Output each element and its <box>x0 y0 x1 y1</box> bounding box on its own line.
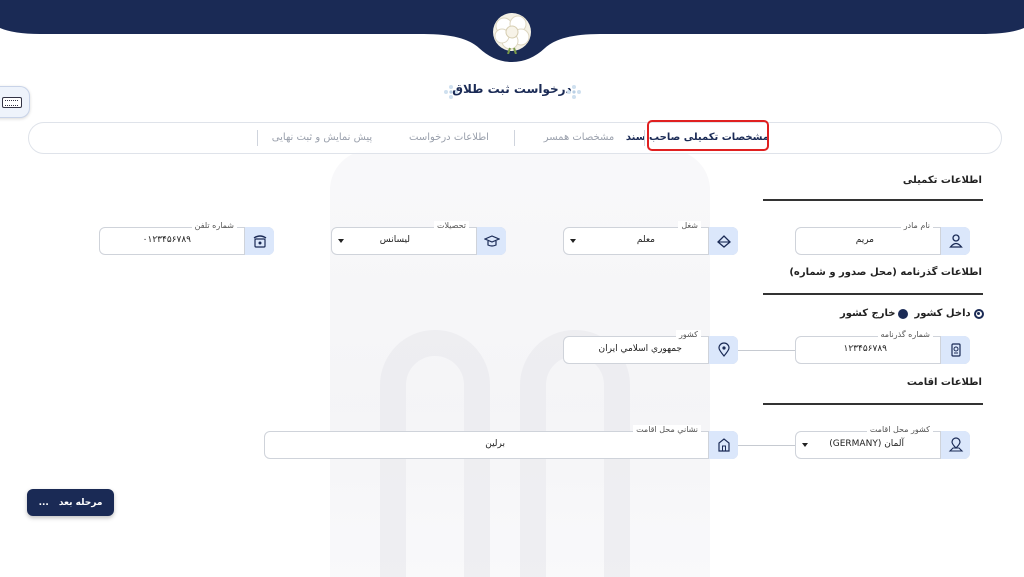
education-value: لیسانس <box>379 235 410 245</box>
section-title-extra-info: اطلاعات تکمیلی <box>902 175 982 186</box>
job-select[interactable]: شغل معلم <box>563 221 738 255</box>
location-pin-icon <box>717 342 730 357</box>
flower-logo-icon <box>493 13 531 54</box>
map-pin-icon <box>948 437 963 452</box>
residence-address-label: نشاني محل اقامت <box>633 425 701 434</box>
telephone-icon <box>253 235 266 248</box>
page-title: درخواست ثبت طلاق <box>452 82 572 96</box>
residence-country-select[interactable]: کشور محل اقامت آلمان (GERMANY) <box>795 425 970 459</box>
mother-name-label: نام مادر <box>900 221 933 230</box>
radio-inside-label: داخل کشور <box>914 308 971 319</box>
radio-outside-country[interactable]: خارج کشور <box>840 308 909 319</box>
title-ornament-icon <box>567 85 581 99</box>
radio-button-checked[interactable] <box>973 308 984 319</box>
chevron-down-icon <box>802 443 808 447</box>
field-icon-box <box>940 227 970 255</box>
phone-field[interactable]: شماره تلفن ۰۱۲۳۴۵۶۷۸۹ <box>99 221 274 255</box>
job-value: معلم <box>636 235 655 245</box>
passport-icon <box>950 343 961 357</box>
field-connector <box>738 445 795 446</box>
passport-number-label: شماره گذرنامه <box>877 330 933 339</box>
chevron-down-icon <box>570 239 576 243</box>
residence-country-label: کشور محل اقامت <box>866 425 933 434</box>
wizard-stepper: مشخصات تکمیلی صاحب سند مشخصات همسر اطلاع… <box>28 122 1002 154</box>
step-divider <box>644 130 645 146</box>
job-label: شغل <box>678 221 701 230</box>
location-radio-group: داخل کشور خارج کشور <box>840 308 984 319</box>
section-divider <box>763 403 983 405</box>
radio-button[interactable] <box>898 308 909 319</box>
country-field[interactable]: کشور جمهوري اسلامي ايران <box>563 330 738 364</box>
step-request-info[interactable]: اطلاعات درخواست <box>399 123 499 153</box>
passport-number-value: ۱۲۳۴۵۶۷۸۹ <box>843 344 887 354</box>
step-divider <box>257 130 258 146</box>
section-title-residence-info: اطلاعات اقامت <box>906 377 982 388</box>
field-icon-box <box>708 431 738 459</box>
address-icon <box>717 438 730 452</box>
graduation-cap-icon <box>483 235 500 247</box>
phone-label: شماره تلفن <box>191 221 237 230</box>
section-divider <box>763 293 983 295</box>
country-value: جمهوري اسلامي ايران <box>598 344 683 354</box>
user-icon <box>948 234 963 248</box>
active-step-highlight <box>647 120 769 151</box>
chevron-down-icon <box>338 239 344 243</box>
field-icon-box <box>708 227 738 255</box>
briefcase-icon <box>716 235 731 248</box>
step-divider <box>514 130 515 146</box>
radio-inside-country[interactable]: داخل کشور <box>914 308 984 319</box>
next-arrow-icon: ... <box>38 497 49 508</box>
field-icon-box <box>244 227 274 255</box>
education-select[interactable]: تحصیلات لیسانس <box>331 221 506 255</box>
residence-address-field[interactable]: نشاني محل اقامت برلین <box>264 425 738 459</box>
field-icon-box <box>940 431 970 459</box>
step-spouse-info[interactable]: مشخصات همسر <box>529 123 629 153</box>
passport-number-field[interactable]: شماره گذرنامه ۱۲۳۴۵۶۷۸۹ <box>795 330 970 364</box>
step-preview-submit[interactable]: پیش نمایش و ثبت نهایی <box>267 123 377 153</box>
field-icon-box <box>940 336 970 364</box>
radio-outside-label: خارج کشور <box>840 308 896 319</box>
field-connector <box>738 350 795 351</box>
residence-address-value: برلین <box>485 439 505 449</box>
next-step-label: مرحله بعد <box>58 497 103 508</box>
keyboard-icon <box>1 96 22 108</box>
field-icon-box <box>708 336 738 364</box>
country-label: کشور <box>676 330 701 339</box>
residence-country-value: آلمان (GERMANY) <box>829 439 904 449</box>
field-icon-box <box>476 227 506 255</box>
mother-name-value: مریم <box>855 235 874 245</box>
next-step-button[interactable]: مرحله بعد ... <box>27 489 114 516</box>
section-title-passport-info: اطلاعات گذرنامه (محل صدور و شماره) <box>789 267 982 278</box>
section-divider <box>763 199 983 201</box>
mother-name-field[interactable]: نام مادر مریم <box>795 221 970 255</box>
phone-value: ۰۱۲۳۴۵۶۷۸۹ <box>142 235 191 245</box>
education-label: تحصیلات <box>433 221 469 230</box>
